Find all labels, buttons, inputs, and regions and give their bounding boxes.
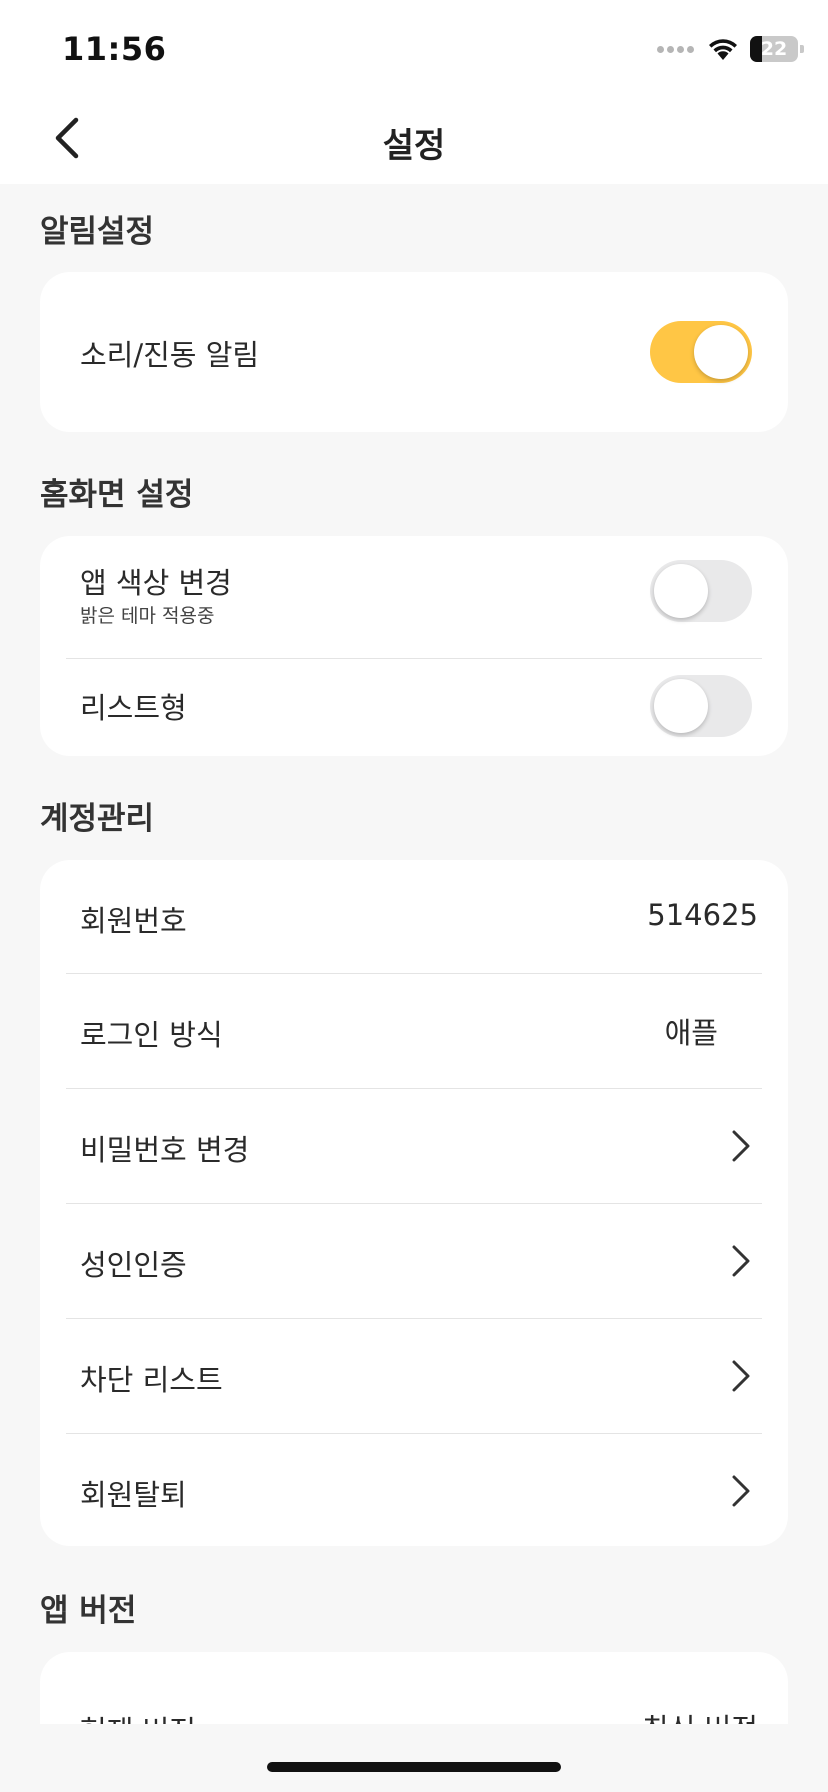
chevron-right-icon [732, 1475, 750, 1507]
page-title: 설정 [382, 126, 446, 166]
withdrawal-label: 회원탈퇴 [80, 1478, 187, 1512]
toggle-knob [654, 564, 708, 618]
wifi-icon [709, 39, 737, 60]
app-color-label: 앱 색상 변경 [80, 566, 232, 600]
status-time: 11:56 [62, 30, 167, 68]
login-method-value: 애플 [664, 1016, 718, 1050]
member-number-value: 514625 [647, 898, 758, 932]
login-method-label: 로그인 방식 [80, 1018, 223, 1052]
status-indicators: 22 [657, 34, 804, 64]
battery-level: 22 [760, 38, 788, 60]
status-bar: 11:56 22 [0, 0, 828, 92]
section-title-notifications: 알림설정 [40, 214, 155, 250]
list-type-toggle[interactable] [650, 675, 752, 737]
current-version-row: 현재 버전 최신 버전 [40, 1652, 788, 1724]
home-settings-card: 앱 색상 변경 밝은 테마 적용중 리스트형 [40, 536, 788, 756]
app-color-row: 앱 색상 변경 밝은 테마 적용중 [40, 536, 788, 658]
section-title-account: 계정관리 [40, 801, 155, 837]
sound-vibration-toggle[interactable] [650, 321, 752, 383]
chevron-right-icon [732, 1360, 750, 1392]
sound-vibration-row: 소리/진동 알림 [40, 272, 788, 432]
chevron-right-icon [732, 1130, 750, 1162]
chevron-right-icon [732, 1245, 750, 1277]
app-color-sublabel: 밝은 테마 적용중 [80, 605, 215, 627]
change-password-label: 비밀번호 변경 [80, 1133, 250, 1167]
withdrawal-row[interactable]: 회원탈퇴 [40, 1434, 788, 1546]
app-version-card: 현재 버전 최신 버전 [40, 1652, 788, 1724]
list-type-row: 리스트형 [40, 659, 788, 756]
member-number-row: 회원번호 514625 [40, 860, 788, 973]
sound-vibration-label: 소리/진동 알림 [80, 338, 260, 372]
cellular-signal-icon [657, 45, 694, 53]
toggle-knob [654, 679, 708, 733]
account-card: 회원번호 514625 로그인 방식 애플 비밀번호 변경 성인인증 차단 리스… [40, 860, 788, 1546]
navigation-bar: 설정 [0, 92, 828, 184]
block-list-row[interactable]: 차단 리스트 [40, 1319, 788, 1433]
adult-verification-row[interactable]: 성인인증 [40, 1204, 788, 1318]
app-color-toggle[interactable] [650, 560, 752, 622]
list-type-label: 리스트형 [80, 691, 187, 725]
section-title-home-settings: 홈화면 설정 [40, 477, 194, 513]
toggle-knob [694, 325, 748, 379]
login-method-row: 로그인 방식 애플 [40, 974, 788, 1088]
block-list-label: 차단 리스트 [80, 1363, 223, 1397]
change-password-row[interactable]: 비밀번호 변경 [40, 1089, 788, 1203]
adult-verification-label: 성인인증 [80, 1248, 187, 1282]
battery-icon: 22 [750, 36, 804, 62]
section-title-app-version: 앱 버전 [40, 1593, 137, 1629]
member-number-label: 회원번호 [80, 904, 187, 938]
current-version-label: 현재 버전 [80, 1708, 196, 1724]
current-version-value: 최신 버전 [642, 1706, 758, 1724]
home-indicator[interactable] [267, 1762, 561, 1772]
notifications-card: 소리/진동 알림 [40, 272, 788, 432]
